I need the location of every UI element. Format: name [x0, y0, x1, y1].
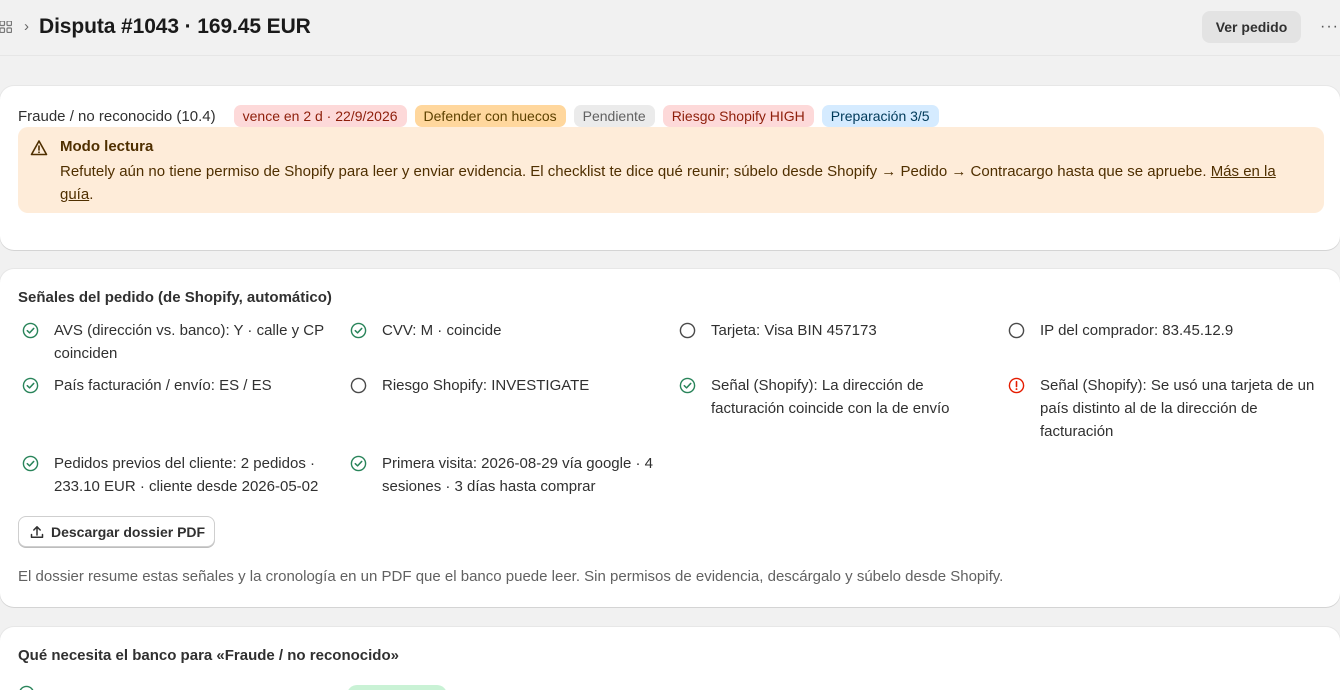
risk-badge: Riesgo Shopify HIGH [662, 105, 814, 127]
check-circle-icon [679, 377, 696, 394]
bank-requirements-card: Qué necesita el banco para «Fraude / no … [0, 627, 1340, 690]
status-card: Fraude / no reconocido (10.4) vence en 2… [0, 86, 1340, 250]
state-badge: Pendiente [573, 105, 655, 127]
signal-item: Pedidos previos del cliente: 2 pedidos ·… [22, 452, 344, 498]
signal-text: Tarjeta: Visa BIN 457173 [711, 322, 877, 339]
check-circle-icon [350, 322, 367, 339]
download-dossier-button[interactable]: Descargar dossier PDF [18, 516, 215, 547]
read-only-banner: Modo lectura Refutely aún no tiene permi… [18, 127, 1324, 213]
upload-icon [30, 525, 44, 538]
signal-text: Primera visita: 2026-08-29 vía google · … [382, 455, 653, 495]
signal-text: Riesgo Shopify: INVESTIGATE [382, 377, 590, 394]
signal-item: Riesgo Shopify: INVESTIGATE [350, 374, 672, 397]
signal-item: Tarjeta: Visa BIN 457173 [679, 319, 1001, 342]
signal-text: Señal (Shopify): La dirección de factura… [711, 377, 950, 417]
banner-body: Refutely aún no tiene permiso de Shopify… [60, 163, 1211, 180]
dossier-note: El dossier resume estas señales y la cro… [18, 568, 1004, 585]
empty-circle-icon [350, 377, 367, 394]
deadline-badge: vence en 2 d · 22/9/2026 [233, 105, 407, 127]
signal-item: Señal (Shopify): La dirección de factura… [679, 374, 979, 420]
signal-item: CVV: M · coincide [350, 319, 672, 342]
dispute-reason: Fraude / no reconocido (10.4) [18, 107, 216, 125]
signal-item: Señal (Shopify): Se usó una tarjeta de u… [1008, 374, 1318, 443]
signal-item: IP del comprador: 83.45.12.9 [1008, 319, 1330, 342]
banner-title: Modo lectura [60, 138, 154, 155]
top-bar: › Disputa #1043 · 169.45 EUR Ver pedido … [0, 0, 1340, 56]
signal-item: País facturación / envío: ES / ES [22, 374, 344, 397]
signals-title: Señales del pedido (de Shopify, automáti… [18, 289, 332, 306]
check-circle-icon [19, 685, 34, 690]
download-dossier-label: Descargar dossier PDF [51, 523, 206, 540]
alert-circle-icon [1008, 377, 1025, 394]
signal-text: AVS (dirección vs. banco): Y · calle y C… [54, 322, 324, 362]
view-order-button[interactable]: Ver pedido [1202, 11, 1301, 43]
empty-circle-icon [679, 322, 696, 339]
status-badge [347, 685, 447, 690]
check-circle-icon [22, 322, 39, 339]
warning-triangle-icon [30, 140, 48, 156]
empty-circle-icon [1008, 322, 1025, 339]
status-row: Fraude / no reconocido (10.4) vence en 2… [18, 104, 939, 128]
signal-text: IP del comprador: 83.45.12.9 [1040, 322, 1234, 339]
check-circle-icon [22, 377, 39, 394]
page-title: Disputa #1043 · 169.45 EUR [39, 15, 311, 38]
check-circle-icon [350, 455, 367, 472]
banner-trailing: . [89, 186, 94, 203]
check-circle-icon [22, 455, 39, 472]
readiness-badge: Preparación 3/5 [821, 105, 939, 127]
more-horizontal-icon[interactable]: ··· [1320, 18, 1339, 36]
apps-grid-icon[interactable] [0, 21, 12, 33]
signal-item: Primera visita: 2026-08-29 vía google · … [350, 452, 672, 498]
chevron-right-icon: › [24, 18, 29, 35]
signal-text: Pedidos previos del cliente: 2 pedidos ·… [54, 455, 319, 495]
banner-text: Refutely aún no tiene permiso de Shopify… [60, 160, 1310, 206]
signals-card: Señales del pedido (de Shopify, automáti… [0, 269, 1340, 607]
signal-text: Señal (Shopify): Se usó una tarjeta de u… [1040, 377, 1315, 440]
signal-text: CVV: M · coincide [382, 322, 502, 339]
bank-requirements-title: Qué necesita el banco para «Fraude / no … [18, 647, 399, 664]
strategy-badge: Defender con huecos [414, 105, 566, 127]
signal-text: País facturación / envío: ES / ES [54, 377, 272, 394]
signal-item: AVS (dirección vs. banco): Y · calle y C… [22, 319, 344, 365]
